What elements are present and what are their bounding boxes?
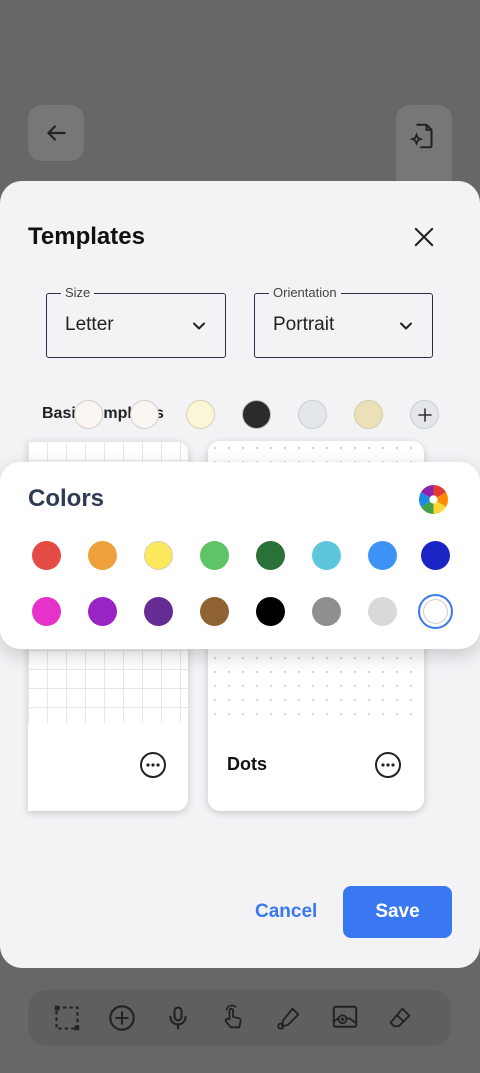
image-icon[interactable] xyxy=(328,1001,362,1035)
color-swatch-black[interactable] xyxy=(256,597,285,626)
template-color-swatch[interactable] xyxy=(74,400,103,429)
colors-title: Colors xyxy=(28,485,105,512)
eraser-icon[interactable] xyxy=(383,1001,417,1035)
color-swatch-blue[interactable] xyxy=(368,541,397,570)
template-color-swatch[interactable] xyxy=(354,400,383,429)
color-swatch-dark-green[interactable] xyxy=(256,541,285,570)
color-swatch-gray[interactable] xyxy=(312,597,341,626)
color-swatch-cyan[interactable] xyxy=(312,541,341,570)
back-button[interactable] xyxy=(28,105,84,161)
orientation-select-value: Portrait xyxy=(273,314,335,335)
select-icon[interactable] xyxy=(50,1001,84,1035)
chevron-down-icon xyxy=(193,322,205,330)
bottom-toolbar xyxy=(28,990,451,1046)
close-button[interactable] xyxy=(410,223,438,251)
save-button[interactable]: Save xyxy=(343,886,452,938)
template-color-swatch[interactable] xyxy=(242,400,271,429)
pen-icon[interactable] xyxy=(272,1001,306,1035)
color-swatch-magenta[interactable] xyxy=(32,597,61,626)
card-name: Dots xyxy=(227,754,267,774)
template-color-swatch[interactable] xyxy=(298,400,327,429)
template-color-swatch[interactable] xyxy=(186,400,215,429)
add-color-button[interactable] xyxy=(410,400,439,429)
color-swatch-white-selected[interactable] xyxy=(418,594,453,629)
card-more-button[interactable] xyxy=(375,752,401,778)
color-wheel-button[interactable] xyxy=(419,485,448,514)
close-icon xyxy=(414,227,434,247)
size-select[interactable]: Size Letter xyxy=(46,285,226,358)
orientation-select[interactable]: Orientation Portrait xyxy=(254,285,433,358)
back-arrow-icon xyxy=(47,125,66,141)
plus-icon xyxy=(417,407,432,422)
color-swatch-green[interactable] xyxy=(200,541,229,570)
orientation-select-label: Orientation xyxy=(269,285,341,300)
cancel-button[interactable]: Cancel xyxy=(255,901,317,923)
color-swatch-navy[interactable] xyxy=(421,541,450,570)
more-horizontal-icon xyxy=(146,763,160,767)
add-icon[interactable] xyxy=(105,1001,139,1035)
card-more-button[interactable] xyxy=(140,752,166,778)
color-swatch-brown[interactable] xyxy=(200,597,229,626)
template-color-swatch[interactable] xyxy=(130,400,159,429)
color-wheel-icon xyxy=(419,485,448,514)
sheet-title: Templates xyxy=(28,223,145,250)
size-select-label: Size xyxy=(61,285,95,300)
touch-icon[interactable] xyxy=(216,1001,250,1035)
microphone-icon[interactable] xyxy=(161,1001,195,1035)
color-swatch-light-gray[interactable] xyxy=(368,597,397,626)
document-sparkle-icon xyxy=(409,123,433,149)
color-swatch-dark-purple[interactable] xyxy=(144,597,173,626)
chevron-down-icon xyxy=(400,322,412,330)
color-swatch-orange[interactable] xyxy=(88,541,117,570)
size-select-value: Letter xyxy=(65,314,114,335)
color-swatch-purple[interactable] xyxy=(88,597,117,626)
color-swatch-red[interactable] xyxy=(32,541,61,570)
color-swatch-yellow[interactable] xyxy=(144,541,173,570)
more-horizontal-icon xyxy=(381,763,395,767)
